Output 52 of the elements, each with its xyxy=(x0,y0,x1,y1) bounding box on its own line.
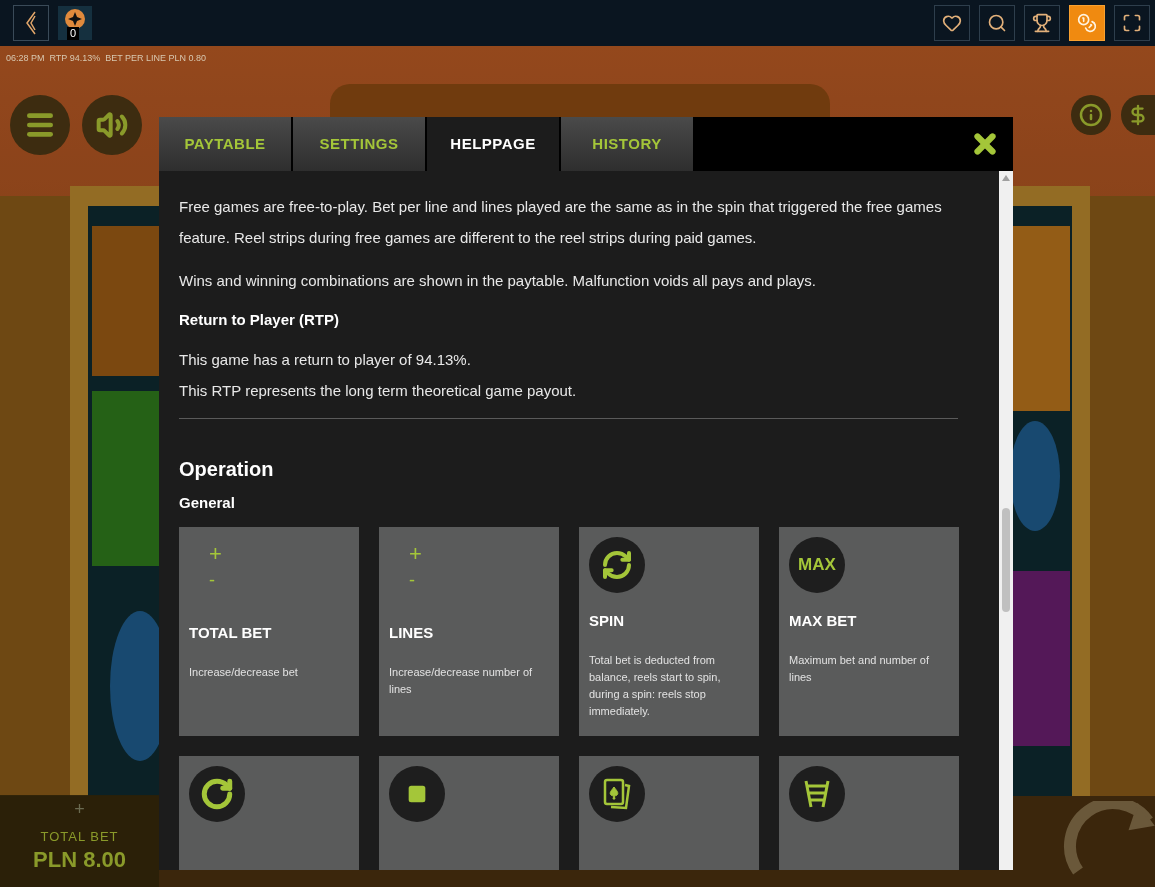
heart-button[interactable] xyxy=(934,5,970,41)
spin-icon xyxy=(589,537,645,593)
card-description: Maximum bet and number of lines xyxy=(789,652,930,685)
cards-icon xyxy=(589,766,645,822)
increase-bet-sign: + xyxy=(74,799,85,819)
star-coin-icon xyxy=(65,9,85,29)
scrollbar-thumb[interactable] xyxy=(1002,508,1010,612)
heart-icon xyxy=(942,13,962,33)
trophy-icon xyxy=(1032,13,1052,33)
coins-icon xyxy=(1077,13,1097,33)
plus-sign: + xyxy=(409,541,422,567)
stop-icon xyxy=(389,766,445,822)
token-count: 0 xyxy=(67,27,80,40)
dialog-tab[interactable]: HELPPAGE xyxy=(427,117,559,171)
status-line: 06:28 PM RTP 94.13% BET PER LINE PLN 0.80 xyxy=(6,52,207,65)
total-bet-label: TOTAL BET xyxy=(40,828,119,846)
fullscreen-icon xyxy=(1122,13,1142,33)
trophy-button[interactable] xyxy=(1024,5,1060,41)
info-icon xyxy=(1079,103,1103,127)
section-heading: Operation xyxy=(179,457,274,482)
back-arrow-icon xyxy=(25,10,37,36)
help-paragraph: Wins and winning combinations are shown in the paytable. Malfunction voids all pays and plays. xyxy=(179,271,818,291)
card-description: Increase/decrease number of lines xyxy=(389,664,534,697)
search-icon xyxy=(987,13,1007,33)
help-paragraph: Free games are free-to-play. Bet per line and lines played are the same as in the spin that triggered the free games feature. Reel strips during free games are different to the reel strips during paid games. xyxy=(179,197,943,248)
search-button[interactable] xyxy=(979,5,1015,41)
section-subheading: Return to Player (RTP) xyxy=(179,310,340,330)
scrollbar[interactable] xyxy=(999,171,1013,870)
speaker-icon xyxy=(96,109,128,141)
card-description: Total bet is deducted from balance, reels start to spin, during a spin: reels stop immediately. xyxy=(589,652,722,719)
dialog-tab[interactable]: PAYTABLE xyxy=(159,117,291,171)
plus-sign: + xyxy=(209,541,222,567)
total-bet-value: PLN 8.00 xyxy=(33,846,126,873)
minus-sign: - xyxy=(409,569,415,592)
dialog-tab[interactable]: HISTORY xyxy=(561,117,693,171)
minus-sign: - xyxy=(209,569,215,592)
card-title: TOTAL BET xyxy=(189,623,272,643)
card-title: MAX BET xyxy=(789,611,857,631)
max-icon: MAX xyxy=(789,537,845,593)
dialog-tab[interactable]: SETTINGS xyxy=(293,117,425,171)
section-subheading: General xyxy=(179,493,235,513)
fullscreen-button[interactable] xyxy=(1114,5,1150,41)
bonus-token-button[interactable]: 0 xyxy=(58,6,92,40)
scroll-up-icon xyxy=(1002,175,1010,181)
autoplay-icon xyxy=(189,766,245,822)
help-paragraph: This RTP represents the long term theoretical game payout. xyxy=(179,381,578,401)
card-title: SPIN xyxy=(589,611,624,631)
back-button[interactable] xyxy=(13,5,49,41)
card-title: LINES xyxy=(389,623,434,643)
card-description: Increase/decrease bet xyxy=(189,664,299,680)
ladder-icon xyxy=(789,766,845,822)
help-paragraph: This game has a return to player of 94.13%. xyxy=(179,350,472,370)
